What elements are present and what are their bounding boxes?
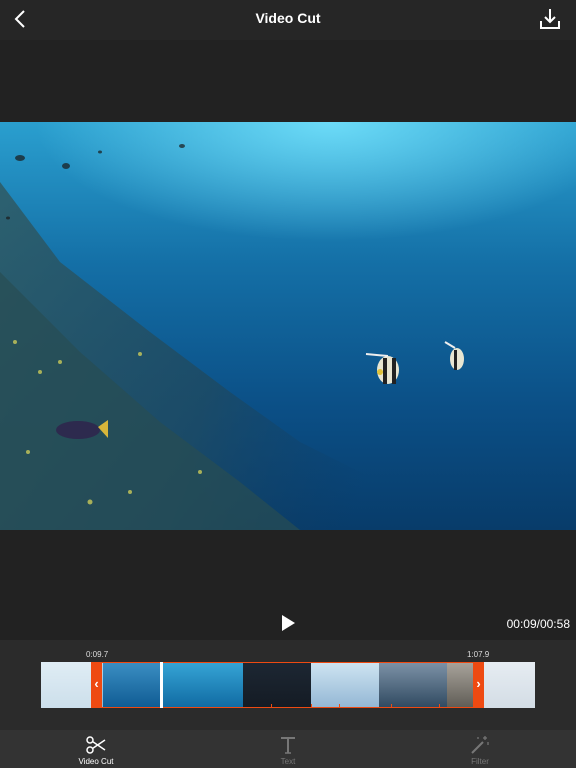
thumbnail-strip[interactable]: ‹ ›: [41, 662, 535, 708]
trim-timeline: 0:09.7 1:07.9 ‹ ›: [0, 640, 576, 730]
tab-text[interactable]: Text: [192, 730, 384, 768]
timecode-label: 00:09/00:58: [506, 617, 570, 631]
chevron-right-icon: ›: [476, 676, 481, 691]
selection-border: [102, 662, 473, 708]
tick-mark: [311, 704, 312, 708]
scissors-icon: [86, 736, 106, 754]
tab-video-cut[interactable]: Video Cut: [0, 730, 192, 768]
trim-start-time: 0:09.7: [86, 650, 109, 659]
top-bar: Video Cut: [0, 0, 576, 40]
trim-start-handle[interactable]: ‹: [91, 662, 102, 708]
tick-mark: [439, 704, 440, 708]
trim-end-time: 1:07.9: [467, 650, 490, 659]
tab-label: Text: [280, 757, 296, 766]
bottom-tab-bar: Video Cut Text Filter: [0, 730, 576, 768]
tab-filter[interactable]: Filter: [384, 730, 576, 768]
page-title: Video Cut: [255, 10, 321, 26]
tick-mark: [271, 704, 272, 708]
download-icon[interactable]: [538, 7, 562, 31]
chevron-left-icon: ‹: [94, 676, 99, 691]
play-icon[interactable]: [280, 614, 296, 632]
trimmed-out-overlay: [484, 662, 535, 708]
player-controls: 00:09/00:58: [0, 600, 576, 640]
tab-label: Video Cut: [78, 757, 114, 766]
video-preview[interactable]: [0, 122, 576, 530]
tab-label: Filter: [471, 757, 489, 766]
underwater-reef-image: [0, 144, 464, 530]
trimmed-out-overlay: [41, 662, 91, 708]
magic-wand-icon: [471, 736, 489, 754]
playhead[interactable]: [160, 662, 163, 708]
trim-end-handle[interactable]: ›: [473, 662, 484, 708]
text-icon: [281, 737, 295, 754]
tick-mark: [339, 704, 340, 708]
tick-mark: [391, 704, 392, 708]
